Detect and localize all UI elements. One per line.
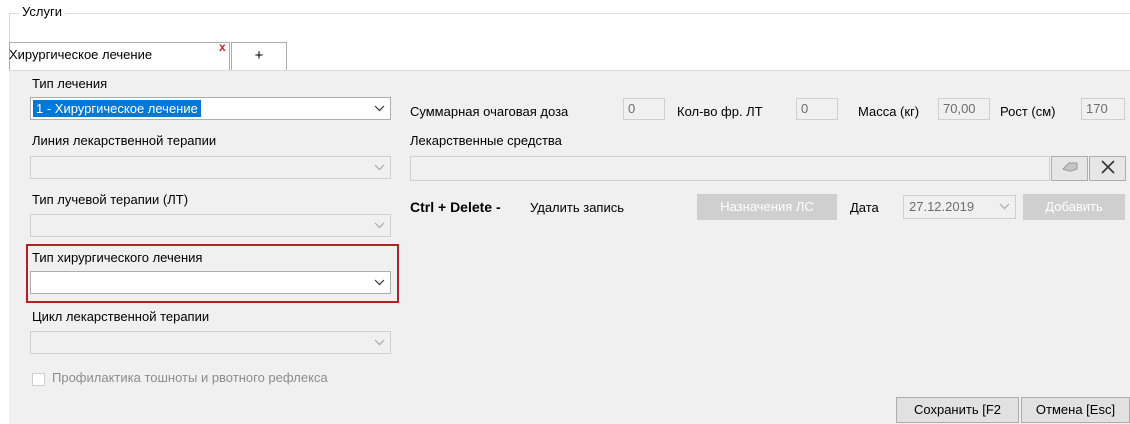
total-dose-field[interactable]: 0 [623,98,665,120]
drug-cycle-value [33,334,39,351]
drug-cycle-label: Цикл лекарственной терапии [32,309,210,324]
treatment-type-label: Тип лечения [32,76,108,91]
surgical-type-value [33,274,39,291]
date-value: 27.12.2019 [909,199,975,214]
add-button[interactable]: Добавить [1023,194,1125,220]
height-field[interactable]: 170 [1081,98,1125,120]
mass-label: Масса (кг) [858,104,920,119]
clear-drugs-button[interactable] [1089,156,1126,181]
chevron-down-icon[interactable] [368,215,390,236]
treatment-type-value: 1 - Хирургическое лечение [33,100,201,117]
tab-surgical-treatment-label: Хирургическое лечение [9,47,153,62]
radiation-type-value [33,217,39,234]
prescriptions-button[interactable]: Назначения ЛС [697,194,837,220]
nausea-prophylaxis-label: Профилактика тошноты и рвотного рефлекса [52,370,328,385]
surgical-type-label: Тип хирургического лечения [32,250,203,265]
radiation-type-combo[interactable] [30,214,391,237]
date-label: Дата [850,200,879,215]
drug-cycle-combo[interactable] [30,331,391,354]
chevron-down-icon[interactable] [368,332,390,353]
drug-therapy-line-value [33,159,39,176]
tab-close-icon[interactable]: x [219,40,226,54]
chevron-down-icon[interactable] [368,157,390,178]
total-dose-label: Суммарная очаговая доза [410,104,569,119]
surgical-type-combo[interactable] [30,271,391,294]
treatment-type-combo[interactable]: 1 - Хирургическое лечение [30,97,391,120]
drugs-field[interactable] [410,156,1050,181]
height-label: Рост (см) [1000,104,1056,119]
tab-add[interactable]: + [231,42,287,70]
services-groupbox-title: Услуги [19,4,65,19]
fractions-field[interactable]: 0 [796,98,838,120]
cancel-button[interactable]: Отмена [Esc] [1021,397,1130,423]
nausea-prophylaxis-checkbox[interactable] [32,373,45,386]
chevron-down-icon[interactable] [368,98,390,119]
close-icon [1100,159,1116,178]
mass-field[interactable]: 70,00 [938,98,990,120]
hint-shortcut: Ctrl + Delete - [410,199,501,215]
date-picker[interactable]: 27.12.2019 [903,195,1016,219]
drug-therapy-line-combo[interactable] [30,156,391,179]
drugs-label: Лекарственные средства [410,133,562,148]
save-button[interactable]: Сохранить [F2 [896,397,1019,423]
eraser-icon [1061,161,1079,176]
fractions-label: Кол-во фр. ЛТ [677,104,763,119]
chevron-down-icon[interactable] [368,272,390,293]
chevron-down-icon[interactable] [993,196,1015,217]
hint-text: Удалить запись [530,200,625,215]
select-drugs-button[interactable] [1051,156,1088,181]
radiation-type-label: Тип лучевой терапии (ЛТ) [32,192,189,207]
drug-therapy-line-label: Линия лекарственной терапии [32,133,217,148]
